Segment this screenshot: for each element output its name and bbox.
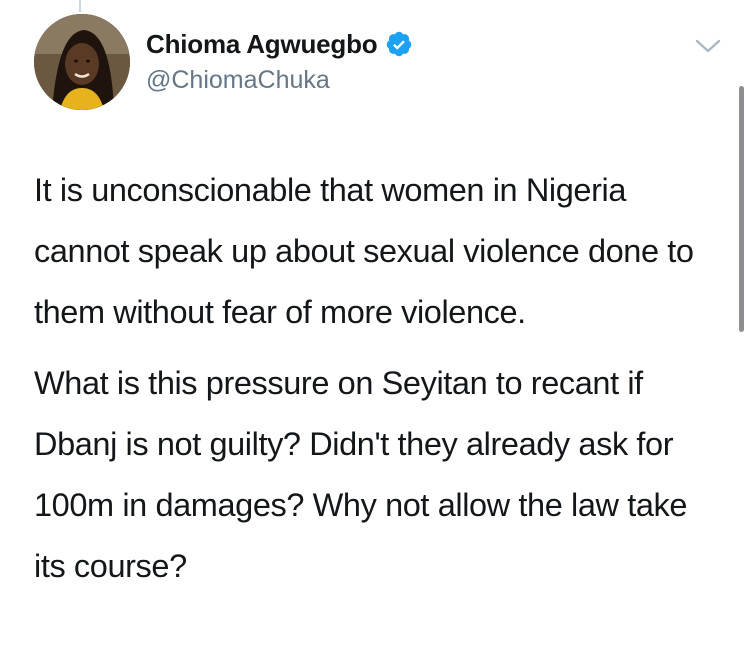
scrollbar[interactable]: [739, 86, 744, 332]
avatar[interactable]: [34, 14, 130, 110]
tweet-header: Chioma Agwuegbo @ChiomaChuka: [146, 28, 413, 96]
profile-photo-icon: [34, 14, 130, 110]
chevron-down-icon[interactable]: [694, 36, 722, 56]
tweet-paragraph: What is this pressure on Seyitan to reca…: [34, 365, 688, 584]
display-name[interactable]: Chioma Agwuegbo: [146, 28, 378, 60]
tweet[interactable]: Chioma Agwuegbo @ChiomaChuka It is uncon…: [0, 0, 750, 654]
user-handle[interactable]: @ChiomaChuka: [146, 64, 413, 96]
name-row: Chioma Agwuegbo: [146, 28, 413, 60]
tweet-text: It is unconscionable that women in Niger…: [34, 160, 724, 597]
verified-badge-icon: [385, 30, 413, 58]
tweet-paragraph: It is unconscionable that women in Niger…: [34, 172, 694, 330]
